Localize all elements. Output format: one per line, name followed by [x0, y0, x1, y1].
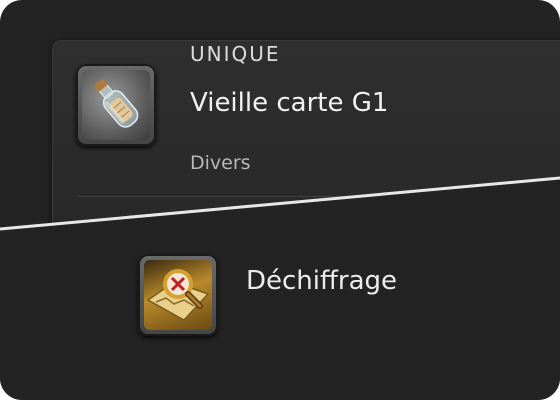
- action-name[interactable]: Déchiffrage: [246, 266, 397, 296]
- diagonal-separator: [0, 176, 560, 231]
- game-ui-frame: UNIQUE Vieille carte G1 Divers Déchiffra…: [0, 0, 560, 400]
- action-icon-frame[interactable]: [138, 254, 218, 336]
- decipher-map-icon: [144, 260, 212, 330]
